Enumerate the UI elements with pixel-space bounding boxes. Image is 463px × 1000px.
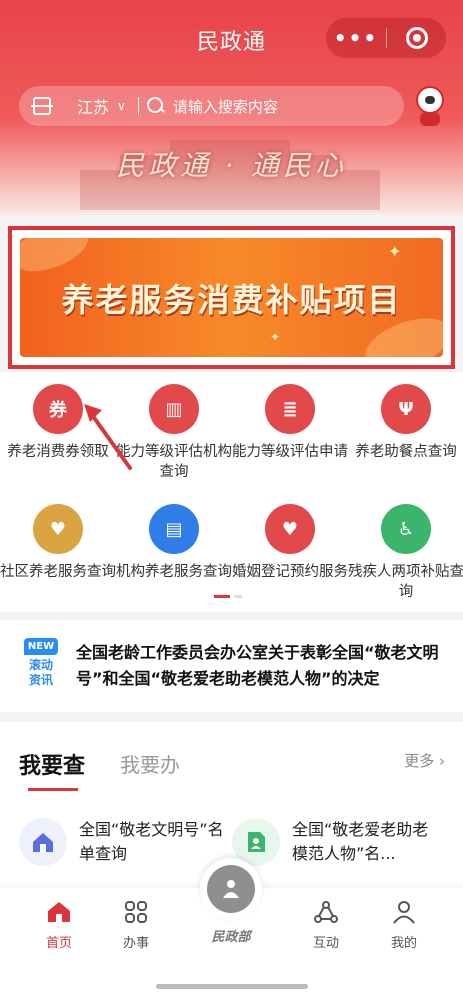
document-icon: ▤ xyxy=(149,504,199,554)
home-icon xyxy=(19,818,67,866)
header-hero: 民政通 ••• 江苏 ∨ 请输入搜索内容 民政通 · 通民心 xyxy=(0,0,463,215)
tab-handle[interactable]: 我要办 xyxy=(120,749,180,778)
home-indicator xyxy=(156,984,308,989)
tab-services[interactable]: 办事 xyxy=(106,900,166,951)
service-item-community-care[interactable]: ♥ 社区养老服务查询 xyxy=(0,504,116,582)
query-item-label: 全国“敬老爱老助老模范人物”名... xyxy=(292,820,429,863)
sparkle-icon: ✦ xyxy=(388,242,402,261)
region-selector[interactable]: 江苏 xyxy=(77,94,109,118)
tab-label: 首页 xyxy=(45,936,72,951)
tab-label: 民政部 xyxy=(211,930,251,945)
tab-label: 互动 xyxy=(312,936,339,951)
more-link[interactable]: 更多 › xyxy=(404,750,445,771)
service-label: 能力等级评估申请 xyxy=(232,444,348,460)
service-grid: 券 养老消费券领取 ▥ 能力等级评估机构查询 ≣ 能力等级评估申请 Ψ 养老助餐… xyxy=(0,372,463,612)
page-indicator xyxy=(214,595,242,598)
couple-icon: ♥ xyxy=(265,504,315,554)
pager-dot-active xyxy=(214,595,230,598)
service-label: 机构养老服务查询 xyxy=(116,564,232,580)
service-item-disability[interactable]: ♿ 残疾人两项补贴查询 xyxy=(348,504,463,602)
service-item-meal-point[interactable]: Ψ 养老助餐点查询 xyxy=(348,384,463,462)
service-label: 养老助餐点查询 xyxy=(355,444,457,460)
search-input[interactable]: 请输入搜索内容 xyxy=(173,96,278,117)
banner-title: 养老服务消费补贴项目 xyxy=(61,280,402,319)
wheelchair-icon: ♿ xyxy=(381,504,431,554)
tab-home[interactable]: 首页 xyxy=(29,900,89,951)
form-icon: ≣ xyxy=(265,384,315,434)
new-badge: NEW xyxy=(24,638,58,655)
building-icon: ▥ xyxy=(149,384,199,434)
slogan-text: 民政通 · 通民心 xyxy=(116,149,347,182)
pointer-arrow-annotation xyxy=(84,404,132,470)
target-close-icon[interactable] xyxy=(387,27,446,49)
user-icon xyxy=(391,900,417,924)
news-ticker[interactable]: NEW 滚动资讯 全国老龄工作委员会办公室关于表彰全国“敬老文明号”和全国“敬老… xyxy=(0,620,463,712)
tab-profile[interactable]: 我的 xyxy=(374,900,434,951)
home-icon xyxy=(46,900,72,924)
tab-query[interactable]: 我要查 xyxy=(19,748,85,780)
more-dots-icon[interactable]: ••• xyxy=(326,26,386,50)
fork-knife-icon: Ψ xyxy=(381,384,431,434)
search-divider xyxy=(137,97,139,115)
news-badge: NEW 滚动资讯 xyxy=(24,638,58,694)
service-item-assessment-apply[interactable]: ≣ 能力等级评估申请 xyxy=(232,384,348,462)
news-badge-label: 滚动资讯 xyxy=(28,658,53,687)
pager-dot xyxy=(234,595,242,598)
service-item-institution-care[interactable]: ▤ 机构养老服务查询 xyxy=(116,504,232,582)
service-label: 残疾人两项补贴查询 xyxy=(348,564,463,600)
banner-highlight: ✦ ✦ 养老服务消费补贴项目 xyxy=(8,226,455,369)
service-label: 社区养老服务查询 xyxy=(0,564,116,580)
tab-interact[interactable]: 互动 xyxy=(296,900,356,951)
mini-program-capsule: ••• xyxy=(326,18,446,58)
chevron-down-icon[interactable]: ∨ xyxy=(117,99,126,113)
voucher-icon: 券 xyxy=(33,384,83,434)
scan-icon[interactable] xyxy=(31,97,53,115)
share-icon xyxy=(313,900,339,924)
ministry-logo-icon xyxy=(207,865,255,913)
tab-label: 办事 xyxy=(122,936,149,951)
tab-underline xyxy=(28,788,78,791)
tab-label: 我的 xyxy=(390,936,417,951)
tab-ministry[interactable]: 民政部 xyxy=(196,858,266,968)
promo-banner[interactable]: ✦ ✦ 养老服务消费补贴项目 xyxy=(20,238,443,357)
home-heart-icon: ♥ xyxy=(33,504,83,554)
search-icon xyxy=(146,97,165,115)
news-headline[interactable]: 全国老龄工作委员会办公室关于表彰全国“敬老文明号”和全国“敬老爱老助老模范人物”… xyxy=(76,640,446,692)
service-item-marriage[interactable]: ♥ 婚姻登记预约服务 xyxy=(232,504,348,582)
search-bar[interactable]: 江苏 ∨ 请输入搜索内容 xyxy=(19,86,404,126)
mascot-avatar[interactable] xyxy=(410,84,450,128)
service-label: 婚姻登记预约服务 xyxy=(232,564,348,580)
grid-icon xyxy=(123,900,149,924)
sparkle-icon: ✦ xyxy=(270,330,281,344)
